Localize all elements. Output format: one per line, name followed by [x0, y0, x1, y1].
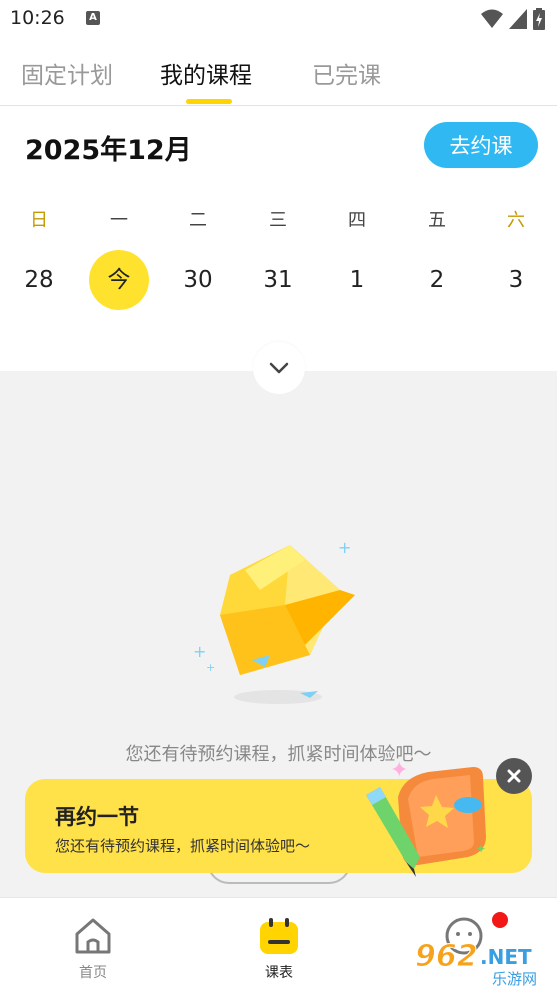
tab-my-courses[interactable]: 我的课程 [160, 56, 252, 90]
date-cell[interactable]: 3 [486, 250, 546, 310]
svg-text:.NET: .NET [480, 945, 532, 969]
svg-text:962: 962 [415, 939, 478, 974]
status-bar: 10:26 A [0, 0, 557, 38]
schedule-icon [260, 918, 298, 954]
date-cell[interactable]: 31 [248, 250, 308, 310]
weekday-fri: 五 [428, 210, 446, 231]
weekday-sat: 六 [507, 210, 525, 231]
tab-fixed-plan[interactable]: 固定计划 [21, 56, 113, 90]
svg-text:+: + [338, 538, 351, 557]
tabbar-label-schedule: 课表 [265, 965, 293, 981]
tab-completed[interactable]: 已完课 [312, 56, 381, 90]
promo-subtitle: 您还有待预约课程，抓紧时间体验吧～ [55, 837, 311, 855]
top-tabs: 固定计划 我的课程 已完课 [0, 38, 557, 106]
signal-icon [509, 9, 527, 29]
active-tab-indicator [186, 99, 232, 104]
tabbar-home[interactable]: 首页 [43, 898, 143, 990]
status-time: 10:26 [10, 7, 65, 29]
status-icons [481, 8, 545, 30]
svg-text:+: + [193, 642, 206, 661]
date-cell[interactable]: 2 [407, 250, 467, 310]
a-icon: A [86, 11, 100, 25]
month-title: 2025年12月 [25, 135, 192, 166]
notebook-pencil-icon: ✦ ✦ [366, 758, 486, 877]
date-cell[interactable]: 30 [168, 250, 228, 310]
empty-box-icon: + + + [193, 538, 355, 704]
date-cell-today[interactable]: 今 [89, 250, 149, 310]
weekday-tue: 二 [189, 210, 207, 231]
promo-title: 再约一节 [55, 805, 139, 829]
weekday-sun: 日 [30, 210, 48, 231]
tabbar-label-home: 首页 [79, 965, 107, 981]
battery-charging-icon [533, 8, 545, 30]
watermark-logo: 962 .NET 乐游网 [415, 939, 538, 989]
book-class-button[interactable]: 去约课 [424, 122, 538, 168]
weekday-wed: 三 [269, 210, 287, 231]
promo-close-button[interactable] [496, 758, 532, 794]
svg-text:乐游网: 乐游网 [492, 970, 537, 988]
close-icon [507, 769, 521, 783]
weekday-mon: 一 [110, 210, 128, 231]
tabbar-schedule[interactable]: 课表 [229, 898, 329, 990]
date-cell[interactable]: 1 [327, 250, 387, 310]
chevron-down-icon [269, 362, 289, 374]
wifi-icon [481, 9, 503, 28]
svg-text:✦: ✦ [390, 758, 408, 783]
home-icon [75, 918, 111, 954]
weekday-thu: 四 [348, 210, 366, 231]
notification-badge [492, 912, 508, 928]
date-cell[interactable]: 28 [9, 250, 69, 310]
expand-calendar-button[interactable] [253, 342, 305, 394]
svg-text:✦: ✦ [476, 842, 486, 856]
svg-text:+: + [206, 661, 215, 674]
